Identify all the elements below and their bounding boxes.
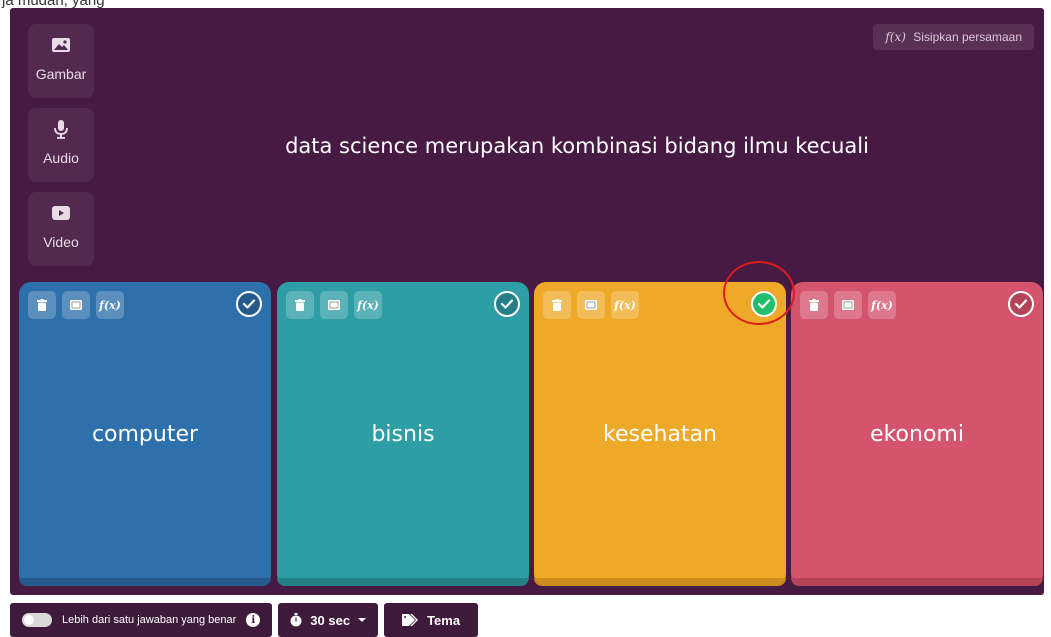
option-image-button[interactable] <box>834 291 862 319</box>
checkmark-icon <box>757 299 771 309</box>
quiz-editor-screen: ja mudah, yang Gambar Audio Video f(x) S… <box>0 0 1051 637</box>
option-toolbar: f(x) <box>28 291 124 319</box>
answer-option-3[interactable]: f(x) kesehatan <box>534 282 786 586</box>
option-shade <box>534 578 786 586</box>
trash-icon <box>809 299 819 311</box>
add-image-button[interactable]: Gambar <box>28 24 94 98</box>
option-shade <box>19 578 271 586</box>
mark-correct-toggle[interactable] <box>236 291 262 317</box>
question-settings-bar: Lebih dari satu jawaban yang benar i 30 … <box>10 603 479 637</box>
info-icon[interactable]: i <box>246 613 261 627</box>
multiple-correct-toggle-group[interactable]: Lebih dari satu jawaban yang benar i <box>10 603 273 637</box>
question-text[interactable]: data science merupakan kombinasi bidang … <box>110 134 1044 158</box>
mark-correct-toggle[interactable] <box>1008 291 1034 317</box>
question-editor-panel: Gambar Audio Video f(x) Sisipkan persama… <box>10 8 1044 595</box>
option-toolbar: f(x) <box>286 291 382 319</box>
delete-option-button[interactable] <box>28 291 56 319</box>
time-limit-dropdown[interactable]: 30 sec <box>278 603 379 637</box>
option-image-button[interactable] <box>320 291 348 319</box>
image-icon <box>70 300 82 310</box>
multiple-correct-label: Lebih dari satu jawaban yang benar <box>62 614 237 626</box>
option-toolbar: f(x) <box>543 291 639 319</box>
function-icon: f(x) <box>99 298 121 312</box>
image-icon <box>328 300 340 310</box>
video-play-icon <box>52 206 70 220</box>
option-equation-button[interactable]: f(x) <box>868 291 896 319</box>
theme-label: Tema <box>427 612 461 628</box>
answer-text[interactable]: ekonomi <box>791 422 1043 447</box>
function-icon: f(x) <box>357 298 379 312</box>
trash-icon <box>295 299 305 311</box>
delete-option-button[interactable] <box>286 291 314 319</box>
checkmark-icon <box>1014 299 1028 309</box>
theme-button[interactable]: Tema <box>384 603 479 637</box>
add-video-button[interactable]: Video <box>28 192 94 266</box>
function-icon: f(x) <box>871 298 893 312</box>
add-image-label: Gambar <box>35 66 87 82</box>
option-image-button[interactable] <box>577 291 605 319</box>
insert-equation-label: Sisipkan persamaan <box>913 30 1022 44</box>
function-icon: f(x) <box>885 30 906 44</box>
image-icon <box>52 38 70 52</box>
answer-text[interactable]: bisnis <box>277 422 529 447</box>
stopwatch-icon <box>290 613 302 627</box>
multiple-correct-toggle[interactable] <box>22 613 52 627</box>
chevron-down-icon <box>358 618 367 622</box>
image-icon <box>585 300 597 310</box>
microphone-icon <box>54 120 68 139</box>
tag-icon <box>402 614 419 626</box>
answer-option-4[interactable]: f(x) ekonomi <box>791 282 1043 586</box>
function-icon: f(x) <box>614 298 636 312</box>
trash-icon <box>552 299 562 311</box>
trash-icon <box>37 299 47 311</box>
insert-equation-button[interactable]: f(x) Sisipkan persamaan <box>873 24 1034 50</box>
option-equation-button[interactable]: f(x) <box>354 291 382 319</box>
add-audio-button[interactable]: Audio <box>28 108 94 182</box>
answer-text[interactable]: kesehatan <box>534 422 786 447</box>
add-video-label: Video <box>43 234 79 250</box>
option-shade <box>791 578 1043 586</box>
mark-correct-toggle[interactable] <box>751 291 777 317</box>
answer-text[interactable]: computer <box>19 422 271 447</box>
option-equation-button[interactable]: f(x) <box>96 291 124 319</box>
option-image-button[interactable] <box>62 291 90 319</box>
option-shade <box>277 578 529 586</box>
option-toolbar: f(x) <box>800 291 896 319</box>
mark-correct-toggle[interactable] <box>494 291 520 317</box>
checkmark-icon <box>500 299 514 309</box>
time-limit-value: 30 sec <box>310 612 351 628</box>
delete-option-button[interactable] <box>800 291 828 319</box>
add-audio-label: Audio <box>43 150 79 166</box>
checkmark-icon <box>242 299 256 309</box>
delete-option-button[interactable] <box>543 291 571 319</box>
answer-option-1[interactable]: f(x) computer <box>19 282 271 586</box>
option-equation-button[interactable]: f(x) <box>611 291 639 319</box>
answer-option-2[interactable]: f(x) bisnis <box>277 282 529 586</box>
image-icon <box>842 300 854 310</box>
